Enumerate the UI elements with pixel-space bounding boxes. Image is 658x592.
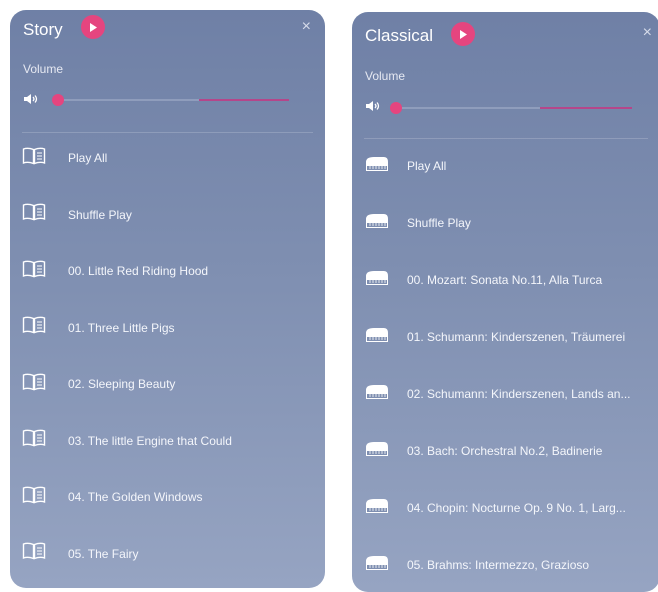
book-icon (22, 260, 46, 283)
piano-icon (364, 269, 390, 292)
volume-label: Volume (365, 69, 406, 83)
divider (364, 138, 648, 139)
slider-track-tail (540, 107, 632, 109)
play-icon (90, 22, 97, 32)
list-item-label: 02. Schumann: Kinderszenen, Lands an... (407, 387, 631, 401)
list-item-label: Play All (407, 159, 447, 173)
panel-title: Story (23, 20, 63, 39)
list-item-label: 05. The Fairy (68, 546, 139, 561)
play-button[interactable] (81, 15, 105, 39)
list-item-label: Play All (68, 151, 108, 165)
list-item[interactable]: Play All (352, 146, 658, 186)
divider (22, 132, 313, 133)
book-icon (22, 429, 46, 452)
list-item[interactable]: 03. The little Engine that Could (10, 421, 325, 461)
close-button[interactable]: × (643, 24, 652, 42)
list-item-label: 00. Little Red Riding Hood (68, 264, 209, 278)
piano-icon (364, 440, 390, 463)
piano-icon (364, 155, 390, 178)
list-item[interactable]: 00. Mozart: Sonata No.11, Alla Turca (352, 260, 658, 300)
list-item[interactable]: 02. Schumann: Kinderszenen, Lands an... (352, 374, 658, 414)
list-item-label: Shuffle Play (68, 207, 132, 222)
book-icon (22, 486, 46, 509)
list-item-label: 03. Bach: Orchestral No.2, Badinerie (407, 444, 603, 458)
list-item[interactable]: 02. Sleeping Beauty (10, 364, 325, 404)
list-item-label: 05. Brahms: Intermezzo, Grazioso (407, 558, 590, 572)
list-item[interactable]: 00. Little Red Riding Hood (10, 251, 325, 291)
slider-thumb[interactable] (390, 102, 402, 114)
play-icon (460, 29, 467, 39)
volume-label: Volume (23, 62, 64, 76)
list-item-label: 03. The little Engine that Could (68, 433, 232, 448)
book-icon (22, 147, 46, 170)
list-item[interactable]: 04. The Golden Windows (10, 477, 325, 517)
slider-thumb[interactable] (52, 94, 64, 106)
story-panel: Story × Volume Play All Shuffle Play 00. L… (10, 10, 325, 588)
piano-icon (364, 326, 390, 349)
piano-icon (364, 212, 390, 235)
classical-panel: Classical × Volume Play All Shuffle Play 0… (352, 12, 658, 592)
play-button[interactable] (451, 22, 475, 46)
list-item-label: 04. The Golden Windows (68, 490, 203, 504)
list-item[interactable]: 04. Chopin: Nocturne Op. 9 No. 1, Larg..… (352, 488, 658, 528)
piano-icon (364, 497, 390, 520)
book-icon (22, 316, 46, 339)
book-icon (22, 542, 46, 565)
list-item[interactable]: Shuffle Play (352, 203, 658, 243)
book-icon (22, 373, 46, 396)
list-item-label: 01. Three Little Pigs (68, 320, 175, 335)
list-item[interactable]: 03. Bach: Orchestral No.2, Badinerie (352, 431, 658, 471)
list-item-label: Shuffle Play (407, 216, 471, 230)
panel-title: Classical (365, 26, 434, 45)
volume-slider[interactable] (52, 92, 289, 108)
piano-icon (364, 554, 390, 577)
list-item-label: 00. Mozart: Sonata No.11, Alla Turca (407, 273, 603, 287)
speaker-icon (366, 101, 380, 111)
slider-track-tail (199, 99, 289, 101)
list-item-label: 01. Schumann: Kinderszenen, Träumerei (407, 330, 626, 344)
list-item[interactable]: 01. Three Little Pigs (10, 308, 325, 348)
volume-slider[interactable] (390, 100, 632, 116)
list-item[interactable]: 05. Brahms: Intermezzo, Grazioso (352, 545, 658, 585)
list-item[interactable]: 01. Schumann: Kinderszenen, Träumerei (352, 317, 658, 357)
list-item-label: 04. Chopin: Nocturne Op. 9 No. 1, Larg..… (407, 501, 626, 515)
list-item[interactable]: 05. The Fairy (10, 534, 325, 574)
list-item-label: 02. Sleeping Beauty (68, 377, 176, 391)
book-icon (22, 203, 46, 226)
list-item[interactable]: Play All (10, 138, 325, 178)
speaker-icon (24, 94, 38, 104)
close-button[interactable]: × (302, 18, 311, 36)
list-item[interactable]: Shuffle Play (10, 195, 325, 235)
piano-icon (364, 383, 390, 406)
